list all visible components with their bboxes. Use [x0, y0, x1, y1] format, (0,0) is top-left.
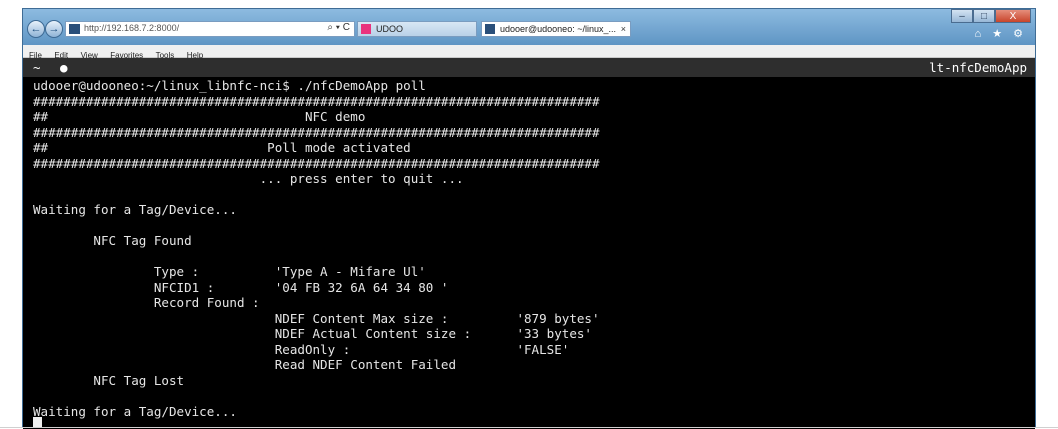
window-controls: – □ X [951, 9, 1031, 23]
address-bar[interactable]: http://192.168.7.2:8000/ ⌕ ▾ C [65, 21, 355, 37]
browser-title-bar: ← → http://192.168.7.2:8000/ ⌕ ▾ C UDOO … [23, 9, 1035, 45]
tab-terminal-label: udooer@udooneo: ~/linux_... [500, 24, 616, 34]
close-button[interactable]: X [995, 9, 1031, 23]
tab-close-icon[interactable]: × [621, 22, 626, 36]
terminal-cursor [33, 417, 42, 427]
address-url[interactable]: http://192.168.7.2:8000/ [84, 23, 179, 33]
back-icon[interactable]: ← [27, 20, 45, 38]
terminal-area[interactable]: ~ ● lt-nfcDemoApp udooer@udooneo:~/linux… [23, 58, 1035, 429]
maximize-button[interactable]: □ [973, 9, 995, 23]
forward-icon[interactable]: → [45, 20, 63, 38]
page-favicon-icon [69, 24, 80, 34]
tab-terminal[interactable]: udooer@udooneo: ~/linux_... × [481, 21, 631, 37]
udoo-favicon-icon [361, 24, 371, 34]
terminal-output: udooer@udooneo:~/linux_libnfc-nci$ ./nfc… [33, 78, 600, 419]
tab-udoo[interactable]: UDOO [357, 21, 477, 37]
terminal-title: lt-nfcDemoApp [929, 60, 1027, 75]
browser-window: ← → http://192.168.7.2:8000/ ⌕ ▾ C UDOO … [22, 8, 1036, 429]
home-favorites-settings-icons[interactable]: ⌂ ★ ⚙ [975, 27, 1027, 40]
address-controls-icon[interactable]: ⌕ ▾ C [327, 22, 350, 33]
terminal-header: ~ ● lt-nfcDemoApp [23, 58, 1035, 77]
terminal-menu-icons[interactable]: ~ ● [33, 58, 74, 77]
tab-udoo-label: UDOO [376, 24, 403, 34]
minimize-button[interactable]: – [951, 9, 973, 23]
terminal-favicon-icon [485, 24, 495, 34]
menu-bar: File Edit View Favorites Tools Help [23, 45, 1035, 60]
